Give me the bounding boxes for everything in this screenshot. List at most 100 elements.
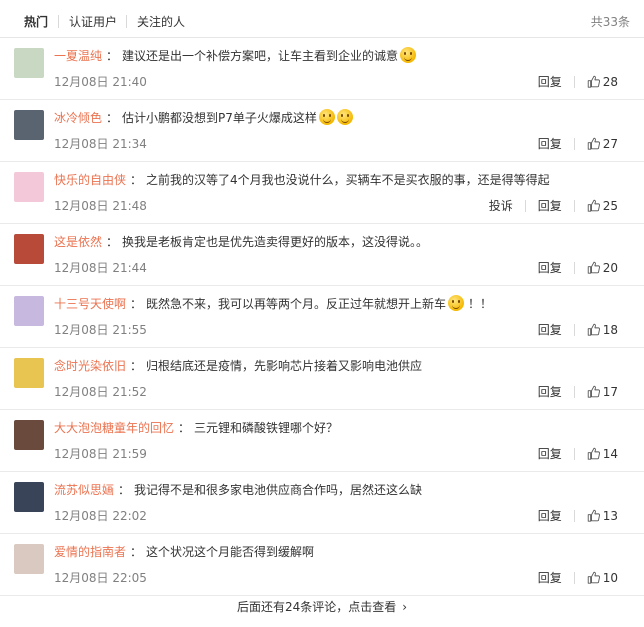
comment-timestamp: 12月08日 21:59 (54, 447, 147, 461)
avatar[interactable] (14, 296, 44, 326)
avatar[interactable] (14, 234, 44, 264)
reply-button[interactable]: 回复 (538, 507, 562, 525)
comment-username[interactable]: 爱情的指南者 (54, 545, 126, 559)
reply-button[interactable]: 回复 (538, 383, 562, 401)
comment-line: 流苏似思婳 ：我记得不是和很多家电池供应商合作吗，居然还这么缺 (54, 481, 422, 499)
comment-actions: 回复 13 (538, 506, 618, 524)
comment-text: 换我是老板肯定也是优先造卖得更好的版本，这没得说。。 (122, 235, 429, 249)
action-divider (573, 261, 575, 274)
comment-username[interactable]: 冰冷倾色 (54, 111, 102, 125)
comment-line: 冰冷倾色 ：估计小鹏都没想到P7单子火爆成这样 (54, 109, 353, 127)
avatar-image (14, 172, 44, 202)
comment-text: 归根结底还是疫情，先影响芯片接着又影响电池供应 (146, 359, 423, 373)
emoji-icon (448, 295, 465, 311)
thumbs-up-icon (587, 261, 600, 274)
comment-text: 既然急不来，我可以再等两个月。反正过年就想开上新车 (146, 297, 447, 311)
comment-timestamp: 12月08日 21:52 (54, 385, 147, 399)
like-button[interactable]: 20 (587, 258, 618, 277)
comment-actions: 回复 20 (538, 258, 618, 276)
comment-username[interactable]: 念时光染依旧 (54, 359, 126, 373)
avatar[interactable] (14, 110, 44, 140)
comment-username[interactable]: 流苏似思婳 (54, 483, 114, 497)
like-count: 14 (602, 446, 618, 461)
comment-text: 建议还是出一个补偿方案吧，让车主看到企业的诚意 (122, 49, 399, 63)
tab-divider (58, 15, 59, 28)
avatar[interactable] (14, 544, 44, 574)
comment-text: 估计小鹏都没想到P7单子火爆成这样 (122, 111, 317, 125)
comment-username[interactable]: 十三号天使啊 (54, 297, 126, 311)
colon-separator: ： (178, 421, 191, 435)
like-button[interactable]: 10 (587, 568, 618, 587)
thumbs-up-icon (587, 75, 600, 88)
comment-item: 大大泡泡糖童年的回忆 ：三元锂和磷酸铁锂哪个好？ 12月08日 21:59 回复 14 (0, 410, 644, 472)
comment-line: 快乐的自由侠 ：之前我的汉等了4个月我也没说什么，买辆车不是买衣服的事，还是得等得… (54, 171, 550, 189)
avatar-image (14, 358, 44, 388)
comment-actions: 回复 17 (538, 382, 618, 400)
tab-verified-users[interactable]: 认证用户 (69, 14, 117, 30)
comment-actions: 投诉 回复 25 (489, 196, 618, 214)
avatar-image (14, 234, 44, 264)
comment-item: 念时光染依旧 ：归根结底还是疫情，先影响芯片接着又影响电池供应 12月08日 21:… (0, 348, 644, 410)
thumbs-up-icon (587, 447, 600, 460)
comment-username[interactable]: 一夏温纯 (54, 49, 102, 63)
comment-timestamp: 12月08日 21:34 (54, 137, 147, 151)
colon-separator: ： (130, 545, 143, 559)
reply-button[interactable]: 回复 (538, 73, 562, 91)
like-button[interactable]: 17 (587, 382, 618, 401)
reply-button[interactable]: 回复 (538, 197, 562, 215)
load-more-comments-link[interactable]: 后面还有24条评论，点击查看 › (0, 598, 644, 616)
comment-line: 爱情的指南者 ：这个状况这个月能否得到缓解啊 (54, 543, 314, 561)
comment-timestamp: 12月08日 21:48 (54, 199, 147, 213)
action-divider (573, 447, 575, 460)
colon-separator: ： (118, 483, 131, 497)
like-count: 13 (602, 508, 618, 523)
comment-actions: 回复 18 (538, 320, 618, 338)
avatar[interactable] (14, 48, 44, 78)
like-button[interactable]: 18 (587, 320, 618, 339)
avatar-image (14, 110, 44, 140)
comment-item: 一夏温纯 ：建议还是出一个补偿方案吧，让车主看到企业的诚意 12月08日 21:40… (0, 38, 644, 100)
like-button[interactable]: 25 (587, 196, 618, 215)
comment-username[interactable]: 这是依然 (54, 235, 102, 249)
thumbs-up-icon (587, 509, 600, 522)
action-divider (573, 323, 575, 336)
comment-actions: 回复 14 (538, 444, 618, 462)
action-divider (573, 571, 575, 584)
like-button[interactable]: 13 (587, 506, 618, 525)
thumbs-up-icon (587, 137, 600, 150)
action-divider (573, 137, 575, 150)
reply-button[interactable]: 回复 (538, 321, 562, 339)
avatar-image (14, 544, 44, 574)
reply-button[interactable]: 回复 (538, 445, 562, 463)
comment-timestamp: 12月08日 22:05 (54, 571, 147, 585)
like-count: 18 (602, 322, 618, 337)
reply-button[interactable]: 回复 (538, 569, 562, 587)
like-button[interactable]: 14 (587, 444, 618, 463)
colon-separator: ： (130, 359, 143, 373)
avatar[interactable] (14, 482, 44, 512)
comment-panel: 热门 认证用户 关注的人 共33条 一夏温纯：建议还是出一个补偿方案吧，让车主看… (0, 0, 644, 627)
like-count: 10 (602, 570, 618, 585)
comment-username[interactable]: 快乐的自由侠 (54, 173, 126, 187)
action-divider (573, 199, 575, 212)
report-button[interactable]: 投诉 (489, 197, 513, 215)
tab-hot[interactable]: 热门 (24, 14, 48, 30)
like-button[interactable]: 27 (587, 134, 618, 153)
avatar[interactable] (14, 358, 44, 388)
comment-username[interactable]: 大大泡泡糖童年的回忆 (54, 421, 174, 435)
action-divider (524, 199, 526, 212)
action-divider (573, 75, 575, 88)
emoji-icon (336, 109, 353, 125)
avatar-image (14, 420, 44, 450)
thumbs-up-icon (587, 199, 600, 212)
reply-button[interactable]: 回复 (538, 259, 562, 277)
tab-following[interactable]: 关注的人 (137, 14, 185, 30)
avatar[interactable] (14, 172, 44, 202)
action-divider (573, 385, 575, 398)
action-divider (573, 509, 575, 522)
reply-button[interactable]: 回复 (538, 135, 562, 153)
avatar[interactable] (14, 420, 44, 450)
like-button[interactable]: 28 (587, 72, 618, 91)
like-count: 20 (602, 260, 618, 275)
like-count: 27 (602, 136, 618, 151)
